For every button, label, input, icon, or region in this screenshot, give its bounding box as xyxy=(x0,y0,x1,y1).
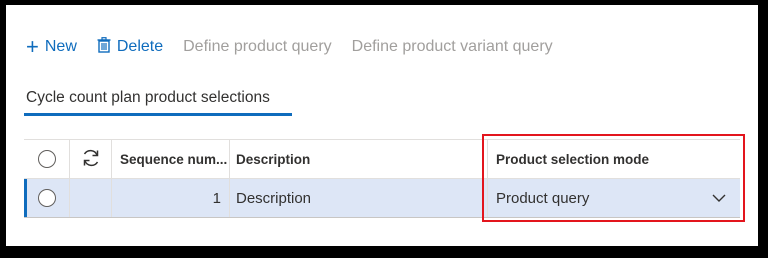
row-select-cell[interactable] xyxy=(24,179,70,217)
product-selection-mode-value: Product query xyxy=(496,189,590,207)
page-content: + New Delete Define product query Define… xyxy=(6,5,758,246)
select-all-cell[interactable] xyxy=(24,140,70,178)
delete-button[interactable]: Delete xyxy=(97,36,164,58)
tab-cycle-count-plan-product-selections[interactable]: Cycle count plan product selections xyxy=(26,89,270,107)
chevron-down-icon[interactable] xyxy=(712,190,726,206)
trash-icon xyxy=(97,36,111,58)
new-button-label: New xyxy=(44,38,77,55)
product-selections-grid: Sequence num... Description Product sele… xyxy=(24,139,740,218)
row-description-value: Description xyxy=(236,189,312,207)
table-row[interactable]: 1 Description Product query xyxy=(24,179,740,218)
tab-label: Cycle count plan product selections xyxy=(26,89,270,106)
plus-icon: + xyxy=(26,34,39,59)
define-product-variant-query-label: Define product variant query xyxy=(351,38,553,55)
screenshot-frame: + New Delete Define product query Define… xyxy=(0,0,768,258)
column-header-description-label: Description xyxy=(236,151,311,167)
column-header-description[interactable]: Description xyxy=(230,140,488,178)
column-header-sequence[interactable]: Sequence num... xyxy=(112,140,230,178)
select-all-radio[interactable] xyxy=(37,150,56,168)
tab-active-indicator xyxy=(24,113,292,116)
define-product-query-label: Define product query xyxy=(183,38,332,55)
column-header-product-selection-mode-label: Product selection mode xyxy=(496,151,650,167)
product-selection-mode-dropdown[interactable]: Product query xyxy=(488,179,740,217)
row-sequence-value: 1 xyxy=(212,189,221,207)
action-toolbar: + New Delete Define product query Define… xyxy=(26,35,573,59)
refresh-cell[interactable] xyxy=(70,140,112,178)
column-header-product-selection-mode[interactable]: Product selection mode xyxy=(488,140,740,178)
define-product-variant-query-button[interactable]: Define product variant query xyxy=(352,38,553,56)
new-button[interactable]: + New xyxy=(26,34,77,59)
delete-button-label: Delete xyxy=(116,38,164,55)
refresh-icon[interactable] xyxy=(81,149,101,170)
row-marker-cell xyxy=(70,179,112,217)
row-sequence-cell[interactable]: 1 xyxy=(112,179,230,217)
grid-header-row: Sequence num... Description Product sele… xyxy=(24,140,740,179)
column-header-sequence-label: Sequence num... xyxy=(120,151,228,167)
define-product-query-button[interactable]: Define product query xyxy=(183,38,332,56)
row-description-cell[interactable]: Description xyxy=(230,179,488,217)
row-select-radio[interactable] xyxy=(37,189,56,207)
